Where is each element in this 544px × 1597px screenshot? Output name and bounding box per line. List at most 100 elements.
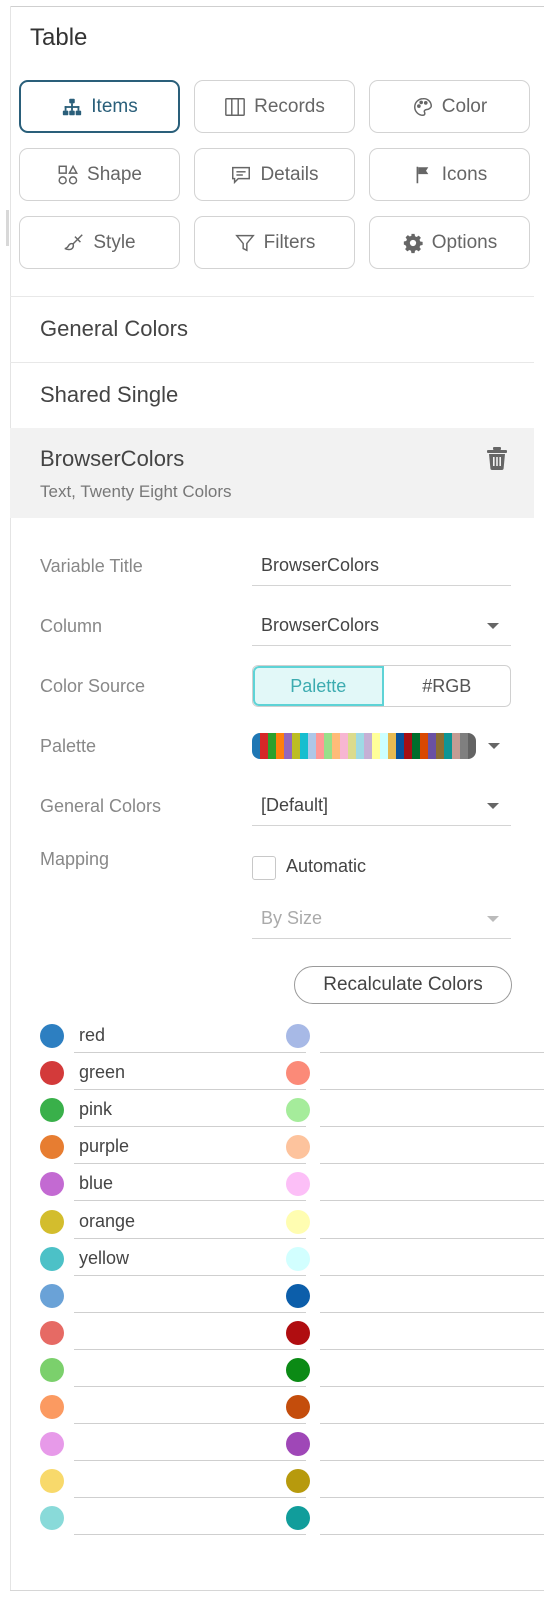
palette-swatch bbox=[412, 733, 420, 759]
style-button[interactable]: Style bbox=[19, 216, 180, 269]
variable-shared-single[interactable]: Shared Single bbox=[10, 363, 534, 427]
color-swatch[interactable] bbox=[286, 1320, 310, 1345]
column-select[interactable]: BrowserColors bbox=[252, 606, 511, 646]
color-swatch[interactable] bbox=[40, 1283, 64, 1308]
color-swatch[interactable] bbox=[40, 1246, 64, 1271]
color-value-input[interactable] bbox=[320, 1316, 544, 1350]
color-swatch[interactable] bbox=[286, 1283, 310, 1308]
color-value-input[interactable] bbox=[74, 1464, 306, 1499]
column-value: BrowserColors bbox=[261, 615, 380, 635]
color-value-input[interactable] bbox=[320, 1279, 544, 1313]
options-button[interactable]: Options bbox=[369, 216, 530, 269]
palette-swatch bbox=[420, 733, 428, 759]
color-value-input[interactable] bbox=[74, 1390, 306, 1424]
color-swatch[interactable] bbox=[40, 1320, 64, 1345]
variable-general-colors[interactable]: General Colors bbox=[10, 297, 534, 361]
color-value-input[interactable]: yellow bbox=[74, 1242, 306, 1276]
funnel-icon bbox=[234, 234, 255, 252]
color-value-input[interactable]: pink bbox=[74, 1093, 306, 1128]
shapes-icon bbox=[58, 164, 78, 185]
details-button[interactable]: Details bbox=[194, 148, 355, 201]
color-swatch[interactable] bbox=[40, 1172, 64, 1197]
color-value-input[interactable] bbox=[320, 1501, 544, 1536]
resize-handle[interactable] bbox=[6, 210, 9, 246]
color-swatch[interactable] bbox=[40, 1135, 64, 1160]
color-value-input[interactable]: orange bbox=[74, 1205, 306, 1239]
items-button[interactable]: Items bbox=[19, 80, 180, 133]
color-swatch[interactable] bbox=[286, 1395, 310, 1419]
palette-swatch bbox=[292, 733, 300, 759]
color-value-input[interactable] bbox=[320, 1353, 544, 1387]
filters-button-label: Filters bbox=[263, 231, 316, 253]
color-value-input[interactable] bbox=[74, 1316, 306, 1350]
color-value-input[interactable] bbox=[320, 1464, 544, 1499]
color-swatch[interactable] bbox=[40, 1098, 64, 1123]
color-mapping-row bbox=[286, 1242, 544, 1276]
color-value-input[interactable] bbox=[320, 1056, 544, 1091]
records-button[interactable]: Records bbox=[194, 80, 355, 133]
color-swatch[interactable] bbox=[286, 1061, 310, 1086]
color-swatch[interactable] bbox=[286, 1357, 310, 1382]
color-swatch[interactable] bbox=[40, 1061, 64, 1086]
color-mapping-row bbox=[40, 1501, 306, 1536]
color-swatch[interactable] bbox=[286, 1469, 310, 1494]
variable-subtitle: Text, Twenty Eight Colors bbox=[40, 482, 232, 501]
palette-swatch bbox=[468, 733, 476, 759]
color-value-input[interactable] bbox=[320, 1093, 544, 1128]
palette-swatch bbox=[340, 733, 348, 759]
color-swatch[interactable] bbox=[40, 1395, 64, 1419]
color-swatch[interactable] bbox=[40, 1357, 64, 1382]
color-mapping-row bbox=[286, 1279, 544, 1313]
variable-browsercolors[interactable]: BrowserColors Text, Twenty Eight Colors bbox=[10, 428, 534, 518]
palette-swatch bbox=[428, 733, 436, 759]
general-colors-select[interactable]: [Default] bbox=[252, 786, 511, 826]
rgb-option[interactable]: #RGB bbox=[384, 666, 511, 706]
color-value-input[interactable] bbox=[320, 1390, 544, 1424]
color-swatch[interactable] bbox=[286, 1506, 310, 1531]
color-value-input[interactable] bbox=[320, 1167, 544, 1202]
color-value-input[interactable]: green bbox=[74, 1056, 306, 1091]
palette-swatch bbox=[356, 733, 364, 759]
color-button[interactable]: Color bbox=[369, 80, 530, 133]
color-swatch[interactable] bbox=[40, 1432, 64, 1457]
automatic-checkbox[interactable] bbox=[252, 856, 276, 880]
icons-button[interactable]: Icons bbox=[369, 148, 530, 201]
color-value-input[interactable]: purple bbox=[74, 1130, 306, 1165]
mapping-by-select[interactable]: By Size bbox=[252, 899, 511, 939]
color-swatch[interactable] bbox=[286, 1024, 310, 1048]
color-value-input[interactable] bbox=[320, 1242, 544, 1276]
color-swatch[interactable] bbox=[286, 1135, 310, 1160]
variable-title-input[interactable]: BrowserColors bbox=[252, 546, 511, 586]
palette-option[interactable]: Palette bbox=[253, 666, 384, 706]
color-value-input[interactable]: red bbox=[74, 1019, 306, 1053]
color-value-input[interactable] bbox=[74, 1427, 306, 1462]
color-value-input[interactable] bbox=[74, 1279, 306, 1313]
color-swatch[interactable] bbox=[286, 1098, 310, 1123]
color-swatch[interactable] bbox=[40, 1024, 64, 1048]
color-swatch[interactable] bbox=[286, 1209, 310, 1234]
color-value-input[interactable] bbox=[74, 1501, 306, 1536]
color-swatch[interactable] bbox=[40, 1209, 64, 1234]
recalculate-colors-button[interactable]: Recalculate Colors bbox=[294, 966, 512, 1004]
color-mapping-row: red bbox=[40, 1019, 306, 1053]
color-mapping-row: yellow bbox=[40, 1242, 306, 1276]
chevron-down-icon[interactable] bbox=[488, 743, 500, 749]
color-swatch[interactable] bbox=[286, 1246, 310, 1271]
color-value-input[interactable]: blue bbox=[74, 1167, 306, 1202]
trash-icon[interactable] bbox=[486, 446, 508, 470]
color-swatch[interactable] bbox=[286, 1432, 310, 1457]
color-mapping-row bbox=[286, 1093, 544, 1128]
color-value-input[interactable] bbox=[320, 1205, 544, 1239]
panel-title: Table bbox=[30, 24, 88, 51]
color-value-input[interactable] bbox=[320, 1130, 544, 1165]
color-swatch[interactable] bbox=[286, 1172, 310, 1197]
shape-button[interactable]: Shape bbox=[19, 148, 180, 201]
color-mapping-row bbox=[40, 1316, 306, 1350]
color-value-input[interactable] bbox=[320, 1427, 544, 1462]
color-value-input[interactable] bbox=[74, 1353, 306, 1387]
palette-preview[interactable] bbox=[252, 733, 476, 759]
filters-button[interactable]: Filters bbox=[194, 216, 355, 269]
color-swatch[interactable] bbox=[40, 1506, 64, 1531]
color-swatch[interactable] bbox=[40, 1469, 64, 1494]
color-value-input[interactable] bbox=[320, 1019, 544, 1053]
